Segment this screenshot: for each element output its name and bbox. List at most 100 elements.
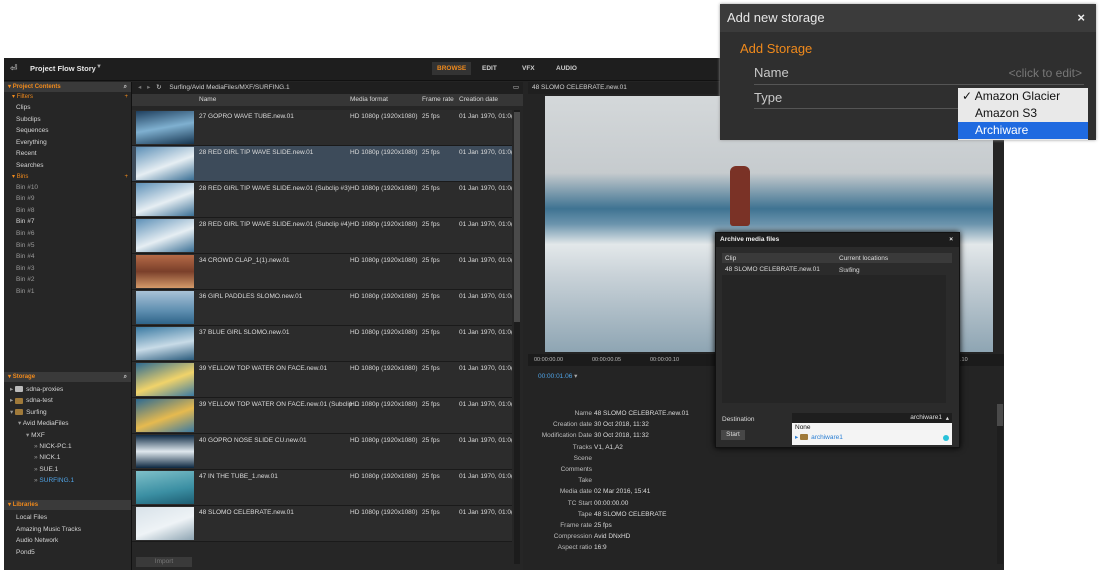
- breadcrumb-path[interactable]: Surfing/Avid MediaFiles/MXF/SURFING.1: [169, 84, 289, 91]
- archive-row[interactable]: 48 SLOMO CELEBRATE.new.01 Surfing/Avid: [722, 265, 952, 275]
- library-item[interactable]: Pond5: [4, 547, 131, 559]
- column-name[interactable]: Name: [199, 96, 216, 103]
- clip-thumbnail[interactable]: [136, 435, 194, 468]
- filter-item[interactable]: Recent: [4, 148, 131, 160]
- clip-thumbnail[interactable]: [136, 507, 194, 540]
- table-row[interactable]: 40 GOPRO NOSE SLIDE CU.new.01 HD 1080p (1…: [132, 434, 512, 470]
- tab-browse[interactable]: BROWSE: [432, 62, 472, 75]
- close-icon[interactable]: ×: [949, 233, 953, 247]
- metadata-value[interactable]: Avid DNxHD: [594, 531, 630, 542]
- bin-item[interactable]: Bin #3: [4, 263, 131, 275]
- filters-header[interactable]: ▾ Filters +: [4, 92, 131, 102]
- table-row[interactable]: 28 RED GIRL TIP WAVE SLIDE.new.01 (Subcl…: [132, 182, 512, 218]
- filter-item[interactable]: Clips: [4, 102, 131, 114]
- clip-thumbnail[interactable]: [136, 147, 194, 180]
- metadata-value[interactable]: 02 Mar 2016, 15:41: [594, 486, 650, 497]
- view-mode-icon[interactable]: ▭: [513, 82, 519, 94]
- bin-item[interactable]: Bin #4: [4, 251, 131, 263]
- storage-tree-item[interactable]: » NICK.1: [4, 452, 131, 463]
- storage-tree-item[interactable]: » SUE.1: [4, 464, 131, 475]
- type-option-archiware[interactable]: Archiware: [958, 122, 1088, 139]
- scroll-thumb[interactable]: [514, 112, 520, 322]
- clip-thumbnail[interactable]: [136, 219, 194, 252]
- table-row[interactable]: 48 SLOMO CELEBRATE.new.01 HD 1080p (1920x…: [132, 506, 512, 542]
- bin-item[interactable]: Bin #9: [4, 193, 131, 205]
- tab-edit[interactable]: EDIT: [482, 65, 497, 72]
- clip-thumbnail[interactable]: [136, 399, 194, 432]
- storage-tree-item[interactable]: » NICK-PC.1: [4, 441, 131, 452]
- chevron-down-icon[interactable]: ▼: [96, 64, 102, 70]
- project-title[interactable]: Project Flow Story: [30, 64, 96, 73]
- filter-item[interactable]: Searches: [4, 160, 131, 172]
- search-icon[interactable]: ⌕: [124, 82, 127, 92]
- clip-thumbnail[interactable]: [136, 363, 194, 396]
- storage-tree-item[interactable]: » SURFING.1: [4, 475, 131, 486]
- nav-back-icon[interactable]: ◂: [138, 84, 141, 91]
- metadata-value[interactable]: 30 Oct 2018, 11:32: [594, 419, 649, 430]
- tab-vfx[interactable]: VFX: [522, 65, 535, 72]
- table-row[interactable]: 47 IN THE TUBE_1.new.01 HD 1080p (1920x10…: [132, 470, 512, 506]
- project-contents-header[interactable]: ▾ Project Contents ⌕: [4, 82, 131, 92]
- refresh-icon[interactable]: ↻: [156, 84, 161, 91]
- storage-tree-item[interactable]: ▾ MXF: [4, 430, 131, 441]
- name-field[interactable]: <click to edit>: [1009, 66, 1082, 80]
- scroll-thumb[interactable]: [997, 404, 1003, 426]
- library-item[interactable]: Local Files: [4, 512, 131, 524]
- bin-item[interactable]: Bin #8: [4, 205, 131, 217]
- table-row[interactable]: 28 RED GIRL TIP WAVE SLIDE.new.01 (Subcl…: [132, 218, 512, 254]
- exit-icon[interactable]: ⏎: [10, 63, 20, 73]
- import-button[interactable]: Import: [136, 557, 192, 567]
- storage-tree-item[interactable]: ▸ sdna-test: [4, 395, 131, 406]
- library-item[interactable]: Amazing Music Tracks: [4, 524, 131, 536]
- nav-forward-icon[interactable]: ▸: [147, 84, 150, 91]
- metadata-value[interactable]: 00:00:00.00: [594, 498, 628, 509]
- storage-tree-item[interactable]: ▾ Avid MediaFiles: [4, 418, 131, 429]
- metadata-value[interactable]: 25 fps: [594, 520, 612, 531]
- clip-thumbnail[interactable]: [136, 183, 194, 216]
- clip-thumbnail[interactable]: [136, 327, 194, 360]
- metadata-value[interactable]: 48 SLOMO CELEBRATE.new.01: [594, 408, 689, 419]
- tab-audio[interactable]: AUDIO: [556, 65, 577, 72]
- start-button[interactable]: Start: [721, 430, 745, 440]
- metadata-value[interactable]: 48 SLOMO CELEBRATE: [594, 509, 667, 520]
- bin-item[interactable]: Bin #7: [4, 216, 131, 228]
- bins-header[interactable]: ▾ Bins +: [4, 172, 131, 182]
- add-bin-icon[interactable]: +: [124, 172, 128, 182]
- library-item[interactable]: Audio Network: [4, 535, 131, 547]
- filter-item[interactable]: Everything: [4, 137, 131, 149]
- filter-item[interactable]: Subclips: [4, 114, 131, 126]
- clip-thumbnail[interactable]: [136, 291, 194, 324]
- bin-item[interactable]: Bin #5: [4, 240, 131, 252]
- bin-item[interactable]: Bin #1: [4, 286, 131, 298]
- type-option-amazon-glacier[interactable]: ✓ Amazon Glacier: [958, 88, 1088, 105]
- storage-header[interactable]: ▾ Storage ⌕: [4, 372, 131, 382]
- bin-item[interactable]: Bin #6: [4, 228, 131, 240]
- type-option-amazon-s3[interactable]: Amazon S3: [958, 105, 1088, 122]
- table-row[interactable]: 27 GOPRO WAVE TUBE.new.01 HD 1080p (1920x…: [132, 110, 512, 146]
- storage-tree-item[interactable]: ▾ Surfing: [4, 407, 131, 418]
- column-creation-date[interactable]: Creation date: [459, 96, 498, 103]
- close-icon[interactable]: ×: [1077, 4, 1085, 32]
- clip-thumbnail[interactable]: [136, 111, 194, 144]
- libraries-header[interactable]: ▾ Libraries: [4, 500, 131, 510]
- table-row[interactable]: 37 BLUE GIRL SLOMO.new.01 HD 1080p (1920x…: [132, 326, 512, 362]
- bin-item[interactable]: Bin #10: [4, 182, 131, 194]
- metadata-scrollbar[interactable]: [997, 404, 1003, 564]
- clip-thumbnail[interactable]: [136, 255, 194, 288]
- clip-thumbnail[interactable]: [136, 471, 194, 504]
- metadata-value[interactable]: V1, A1,A2: [594, 442, 623, 453]
- table-row[interactable]: 36 GIRL PADDLES SLOMO.new.01 HD 1080p (19…: [132, 290, 512, 326]
- column-media-format[interactable]: Media format: [350, 96, 388, 103]
- column-frame-rate[interactable]: Frame rate: [422, 96, 454, 103]
- dropdown-option-archiware1[interactable]: ▸ archiware1: [792, 433, 952, 443]
- dropdown-option-none[interactable]: None: [792, 423, 952, 433]
- timecode-chevron-icon[interactable]: ▾: [574, 373, 577, 380]
- timecode[interactable]: 00:00:01.06 ▾: [538, 372, 577, 380]
- browser-scrollbar[interactable]: [514, 110, 520, 564]
- table-row[interactable]: 28 RED GIRL TIP WAVE SLIDE.new.01 HD 1080…: [132, 146, 512, 182]
- metadata-value[interactable]: 30 Oct 2018, 11:32: [594, 430, 649, 441]
- storage-tree-item[interactable]: ▸ sdna-proxies: [4, 384, 131, 395]
- metadata-value[interactable]: 16:9: [594, 542, 607, 553]
- destination-select[interactable]: archiware1 ▴: [792, 413, 952, 423]
- bin-item[interactable]: Bin #2: [4, 274, 131, 286]
